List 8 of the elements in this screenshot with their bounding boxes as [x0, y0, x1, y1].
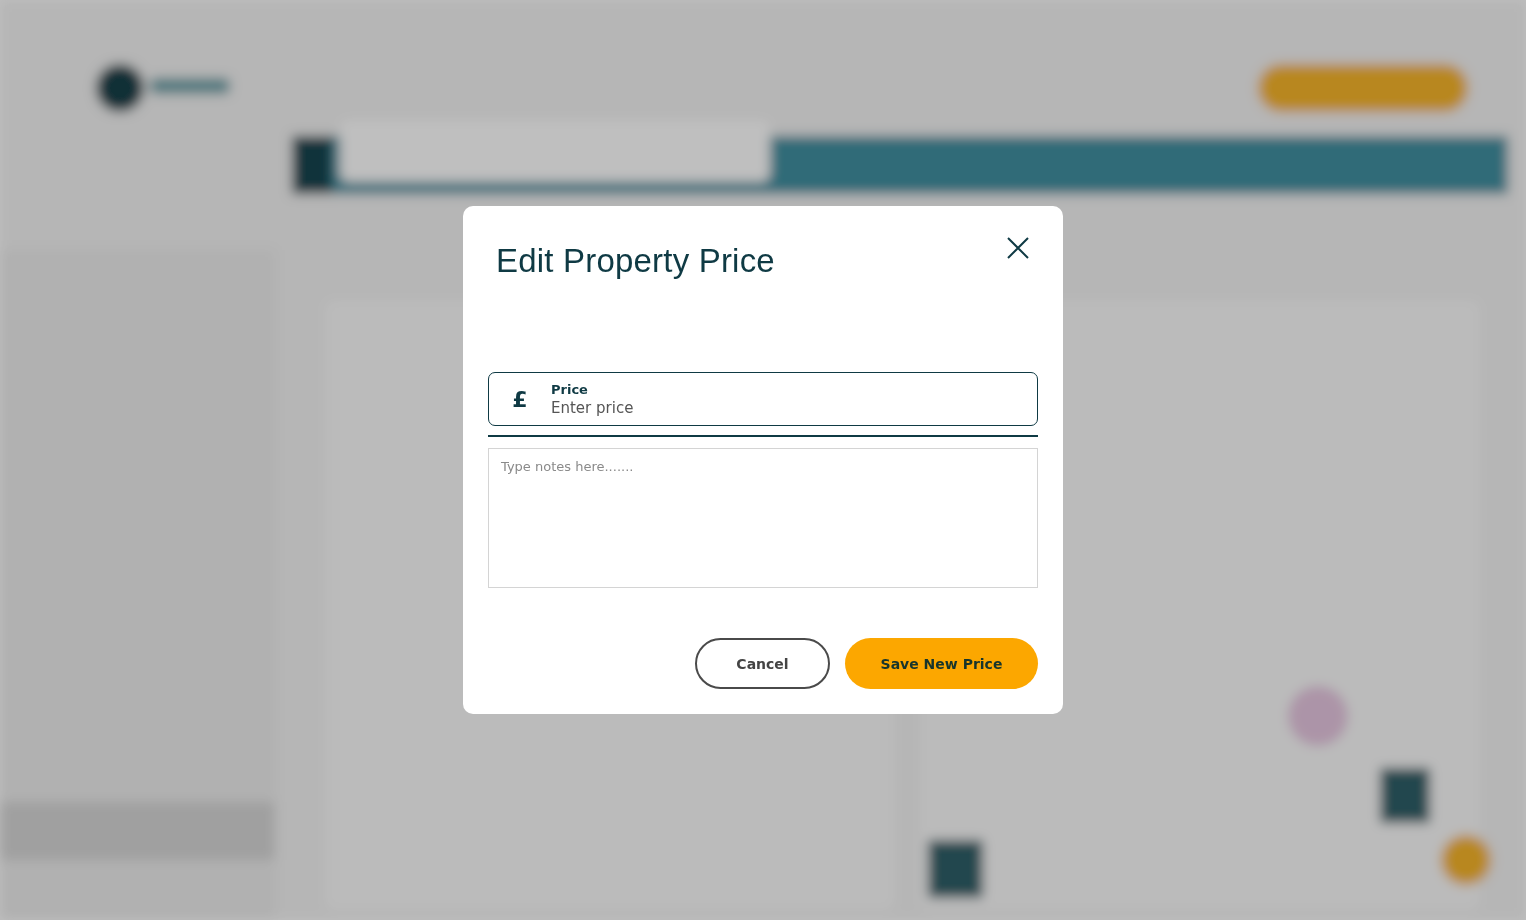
close-icon[interactable] [1006, 236, 1030, 260]
notes-field[interactable]: Type notes here....... [488, 448, 1038, 588]
field-label: Price [551, 381, 589, 397]
save-button[interactable]: Save New Price [845, 638, 1038, 689]
price-field[interactable]: £ Price Enter price [488, 372, 1038, 426]
cancel-button[interactable]: Cancel [695, 638, 830, 689]
currency-symbol: £ [511, 386, 529, 412]
dialog-title: Edit Property Price [496, 242, 775, 280]
